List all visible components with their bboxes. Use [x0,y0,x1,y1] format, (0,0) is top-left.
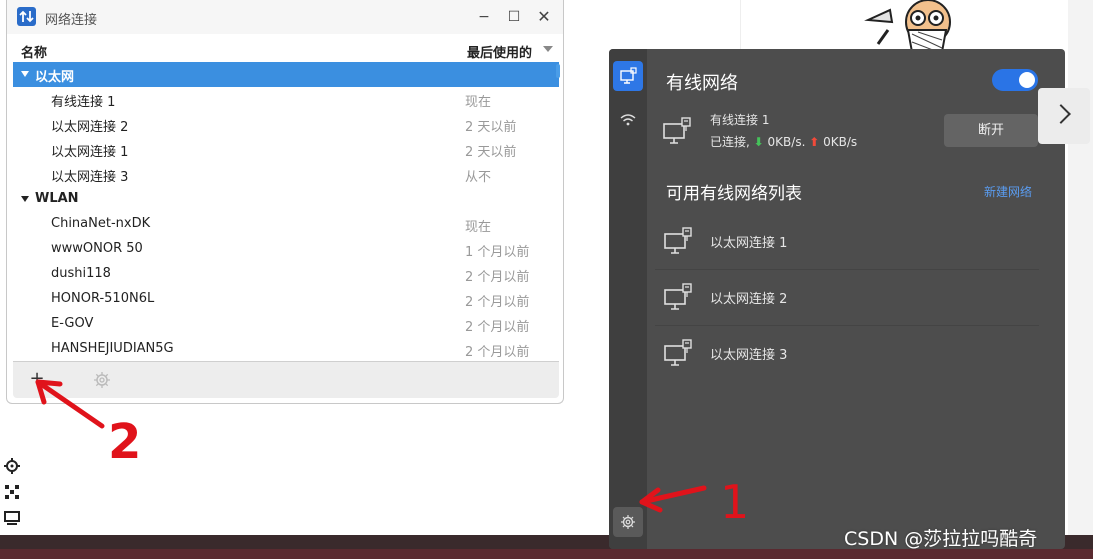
list-item[interactable]: E-GOV 2 个月以前 [13,312,559,337]
upload-speed: 0KB/s [823,135,858,149]
wired-network-icon [664,339,692,366]
new-network-link[interactable]: 新建网络 [984,183,1032,200]
sort-down-icon[interactable] [543,46,553,52]
available-network-name: 以太网连接 1 [710,236,788,251]
sidebar-item-wired[interactable] [613,61,643,91]
chevron-right-icon [1051,104,1071,124]
active-connection-name: 有线连接 1 [710,113,770,127]
list-item[interactable]: ChinaNet-nxDK 现在 [13,212,559,237]
connection-name: wwwONOR 50 [51,241,143,256]
wired-network-icon [620,67,637,84]
status-text: 已连接, [710,135,750,149]
wired-network-icon [664,227,692,254]
list-item[interactable]: 以太网连接 2 [655,269,1039,326]
connection-last-used: 从不 [465,170,492,185]
window-title: 网络连接 [45,13,98,28]
connection-name: HANSHEJIUDIAN5G [51,341,174,356]
group-row-wlan[interactable]: WLAN [13,187,559,212]
connection-last-used: 1 个月以前 [465,245,530,260]
left-tool-strip [4,458,22,536]
connection-last-used: 2 个月以前 [465,345,530,360]
list-item[interactable]: HANSHEJIUDIAN5G 2 个月以前 [13,337,559,362]
monitor-icon[interactable] [4,510,20,526]
list-item[interactable]: HONOR-510N6L 2 个月以前 [13,287,559,312]
wired-network-icon [664,283,692,310]
expand-panel-button[interactable] [1038,88,1090,144]
list-scrollbar[interactable] [556,62,561,358]
list-item[interactable]: dushi118 2 个月以前 [13,262,559,287]
annotation-label-1: 1 [720,475,746,529]
crosshair-icon[interactable] [4,458,20,474]
connection-name: ChinaNet-nxDK [51,216,151,231]
wired-network-icon [663,117,691,144]
toggle-knob [1019,72,1035,88]
cartoon-character-image [864,0,951,52]
list-item[interactable]: 以太网连接 1 [655,213,1039,270]
watermark: CSDN @莎拉拉吗酷奇 [844,528,1038,550]
download-speed: 0KB/s. [767,135,806,149]
connection-last-used: 2 个月以前 [465,320,530,335]
minimize-button[interactable]: − [473,6,495,28]
disconnect-button[interactable]: 断开 [944,114,1038,147]
active-connection-status: 已连接, ⬇ 0KB/s. ⬆ 0KB/s [710,133,857,150]
sidebar-item-wifi[interactable] [613,105,643,135]
group-label: 以太网 [35,70,75,85]
connection-list: 以太网 有线连接 1 现在 以太网连接 2 2 天以前 以太网连接 1 2 天以… [13,62,559,362]
column-name-header[interactable]: 名称 [21,42,47,61]
group-label: WLAN [35,191,79,206]
connection-last-used: 现在 [465,220,492,235]
annotation-label-2: 2 [108,414,141,465]
list-item[interactable]: 以太网连接 3 [655,325,1039,381]
connection-last-used: 2 个月以前 [465,295,530,310]
list-header: 名称 最后使用的 [13,40,559,61]
network-swap-icon [17,7,36,26]
connection-name: E-GOV [51,316,94,331]
list-item[interactable]: 以太网连接 2 2 天以前 [13,112,559,137]
background-scrollbar[interactable] [1068,0,1093,535]
list-item[interactable]: 以太网连接 1 2 天以前 [13,137,559,162]
upload-arrow-icon: ⬆ [809,135,820,149]
wifi-icon [620,114,636,126]
connection-name: 有线连接 1 [51,95,116,110]
list-item[interactable]: 有线连接 1 现在 [13,87,559,112]
connection-name: 以太网连接 3 [51,170,129,185]
list-item[interactable]: 以太网连接 3 从不 [13,162,559,187]
connection-last-used: 现在 [465,95,492,110]
caret-down-icon[interactable] [21,196,29,202]
group-row-ethernet[interactable]: 以太网 [13,62,559,87]
close-button[interactable]: ✕ [533,6,555,28]
available-network-name: 以太网连接 2 [710,292,788,307]
available-list-heading: 可用有线网络列表 [666,184,802,204]
connection-last-used: 2 天以前 [465,145,517,160]
annotation-arrow-1: 1 [639,475,746,529]
connection-name: HONOR-510N6L [51,291,155,306]
available-network-name: 以太网连接 3 [710,348,788,363]
scrollbar-thumb[interactable] [556,64,560,78]
title-bar[interactable]: 网络连接 − ☐ ✕ [7,0,563,34]
panel-title: 有线网络 [666,73,738,94]
connection-name: 以太网连接 2 [51,120,129,135]
connection-last-used: 2 天以前 [465,120,517,135]
connection-last-used: 2 个月以前 [465,270,530,285]
caret-down-icon[interactable] [21,71,29,77]
connection-name: dushi118 [51,266,111,281]
connection-name: 以太网连接 1 [51,145,129,160]
list-item[interactable]: wwwONOR 50 1 个月以前 [13,237,559,262]
annotation-arrow-2: 2 [35,379,141,465]
column-last-used-header[interactable]: 最后使用的 [467,42,532,61]
maximize-button[interactable]: ☐ [503,6,525,28]
nodes-icon[interactable] [4,484,20,500]
download-arrow-icon: ⬇ [753,135,764,149]
network-connections-window: 网络连接 − ☐ ✕ 名称 最后使用的 以太网 有线连接 1 现在 以太网连接 … [6,0,564,404]
wired-toggle[interactable] [992,69,1038,91]
